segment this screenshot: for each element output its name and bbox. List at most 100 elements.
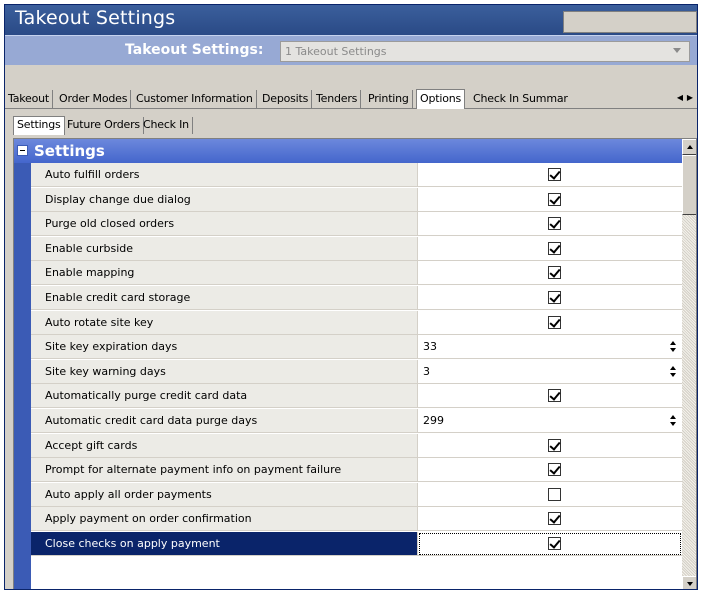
- setting-row[interactable]: Site key warning days 3: [31, 359, 682, 384]
- setting-number-value[interactable]: 299: [423, 414, 444, 427]
- chevron-down-icon[interactable]: [673, 48, 681, 53]
- spinner-icon[interactable]: [670, 341, 677, 353]
- settings-group-label: Settings: [34, 142, 105, 160]
- setting-name: Auto rotate site key: [31, 310, 418, 335]
- setting-name: Auto fulfill orders: [31, 163, 418, 187]
- setting-checkbox[interactable]: [548, 241, 561, 255]
- setting-checkbox[interactable]: [548, 315, 561, 329]
- setting-checkbox[interactable]: [548, 266, 561, 280]
- takeout-settings-window: Takeout Settings Takeout Settings: 1 Tak…: [4, 4, 698, 590]
- setting-name: Apply payment on order confirmation: [31, 507, 418, 532]
- record-selector-value: 1 Takeout Settings: [285, 45, 387, 58]
- setting-checkbox[interactable]: [548, 487, 561, 501]
- tab-deposits[interactable]: Deposits: [259, 90, 313, 108]
- setting-number-value[interactable]: 3: [423, 365, 430, 378]
- setting-row[interactable]: Automatically purge credit card data: [31, 384, 682, 409]
- setting-value-cell[interactable]: 3: [418, 359, 682, 384]
- record-selector-label: Takeout Settings:: [125, 42, 264, 58]
- setting-name: Enable curbside: [31, 236, 418, 261]
- setting-row[interactable]: Auto fulfill orders: [31, 163, 682, 187]
- setting-value-cell[interactable]: [418, 532, 682, 556]
- tab-options[interactable]: Options: [416, 89, 466, 109]
- setting-number-value[interactable]: 33: [423, 340, 437, 353]
- grid-sidebar: [14, 139, 31, 589]
- setting-value-cell[interactable]: [418, 163, 682, 187]
- setting-value-cell[interactable]: [418, 433, 682, 458]
- scroll-left-icon[interactable]: ◀: [675, 90, 685, 106]
- scrollbar-thumb[interactable]: [682, 155, 696, 215]
- setting-checkbox[interactable]: [548, 217, 561, 231]
- title-bar: Takeout Settings: [5, 5, 697, 35]
- setting-name: Enable mapping: [31, 261, 418, 286]
- tab-takeout[interactable]: Takeout: [5, 90, 53, 108]
- setting-row[interactable]: Close checks on apply payment: [31, 532, 682, 556]
- title-bar-panel: [563, 11, 697, 33]
- settings-property-grid: Settings Auto fulfill orders Display chan…: [13, 138, 697, 589]
- setting-row[interactable]: Apply payment on order confirmation: [31, 507, 682, 532]
- setting-name: Display change due dialog: [31, 187, 418, 212]
- setting-value-cell[interactable]: 299: [418, 409, 682, 433]
- setting-checkbox[interactable]: [548, 463, 561, 477]
- subtab-future-orders[interactable]: Future Orders: [64, 117, 144, 134]
- setting-name: Prompt for alternate payment info on pay…: [31, 458, 418, 483]
- setting-value-cell[interactable]: [418, 187, 682, 212]
- tab-order-modes[interactable]: Order Modes: [56, 90, 132, 108]
- setting-name: Purge old closed orders: [31, 212, 418, 237]
- setting-name: Auto apply all order payments: [31, 482, 418, 507]
- setting-name: Enable credit card storage: [31, 286, 418, 310]
- setting-row[interactable]: Accept gift cards: [31, 433, 682, 458]
- setting-checkbox[interactable]: [548, 512, 561, 526]
- tab-tenders[interactable]: Tenders: [313, 90, 362, 108]
- spinner-icon[interactable]: [670, 365, 677, 378]
- setting-value-cell[interactable]: [418, 507, 682, 532]
- setting-row[interactable]: Enable curbside: [31, 236, 682, 261]
- setting-name: Site key warning days: [31, 359, 418, 384]
- setting-value-cell[interactable]: [418, 310, 682, 335]
- tab-scroll-arrows: ◀ ▶: [675, 90, 697, 106]
- setting-value-cell[interactable]: 33: [418, 335, 682, 360]
- setting-value-cell[interactable]: [418, 236, 682, 261]
- spinner-icon[interactable]: [670, 415, 677, 427]
- setting-name: Site key expiration days: [31, 335, 418, 360]
- record-selector-bar: Takeout Settings: 1 Takeout Settings: [5, 35, 697, 65]
- tab-printing[interactable]: Printing: [365, 90, 413, 108]
- scroll-up-icon[interactable]: [682, 139, 696, 155]
- setting-row[interactable]: Display change due dialog: [31, 187, 682, 212]
- setting-name: Close checks on apply payment: [31, 532, 418, 556]
- tab-customer-information[interactable]: Customer Information: [133, 90, 257, 108]
- subtab-settings[interactable]: Settings: [13, 116, 65, 135]
- setting-value-cell[interactable]: [418, 261, 682, 286]
- setting-row[interactable]: Enable mapping: [31, 261, 682, 286]
- setting-checkbox[interactable]: [548, 291, 561, 304]
- settings-group-header: Settings: [14, 139, 682, 163]
- collapse-icon[interactable]: [17, 145, 28, 156]
- scroll-down-icon[interactable]: [682, 576, 696, 589]
- setting-checkbox[interactable]: [548, 537, 561, 550]
- setting-checkbox[interactable]: [548, 192, 561, 206]
- window-title: Takeout Settings: [15, 7, 176, 29]
- setting-value-cell[interactable]: [418, 482, 682, 507]
- setting-checkbox[interactable]: [548, 168, 561, 181]
- setting-row[interactable]: Automatic credit card data purge days 299: [31, 409, 682, 433]
- scroll-right-icon[interactable]: ▶: [685, 90, 695, 106]
- setting-value-cell[interactable]: [418, 286, 682, 310]
- setting-value-cell[interactable]: [418, 212, 682, 237]
- setting-row[interactable]: Auto rotate site key: [31, 310, 682, 335]
- setting-row[interactable]: Enable credit card storage: [31, 286, 682, 310]
- setting-row[interactable]: Purge old closed orders: [31, 212, 682, 237]
- record-selector-dropdown[interactable]: 1 Takeout Settings: [280, 41, 690, 62]
- subtab-check-in[interactable]: Check In: [140, 117, 193, 134]
- setting-checkbox[interactable]: [548, 389, 561, 403]
- setting-row[interactable]: Prompt for alternate payment info on pay…: [31, 458, 682, 483]
- setting-name: Automatic credit card data purge days: [31, 409, 418, 433]
- setting-name: Automatically purge credit card data: [31, 384, 418, 409]
- setting-value-cell[interactable]: [418, 458, 682, 483]
- setting-value-cell[interactable]: [418, 384, 682, 409]
- main-tab-strip: Takeout Order Modes Customer Information…: [5, 87, 697, 109]
- setting-row[interactable]: Site key expiration days 33: [31, 335, 682, 360]
- setting-row[interactable]: Auto apply all order payments: [31, 482, 682, 507]
- vertical-scrollbar[interactable]: [682, 139, 696, 589]
- setting-checkbox[interactable]: [548, 438, 561, 452]
- setting-name: Accept gift cards: [31, 433, 418, 458]
- tab-check-in-summary[interactable]: Check In Summar: [470, 90, 675, 108]
